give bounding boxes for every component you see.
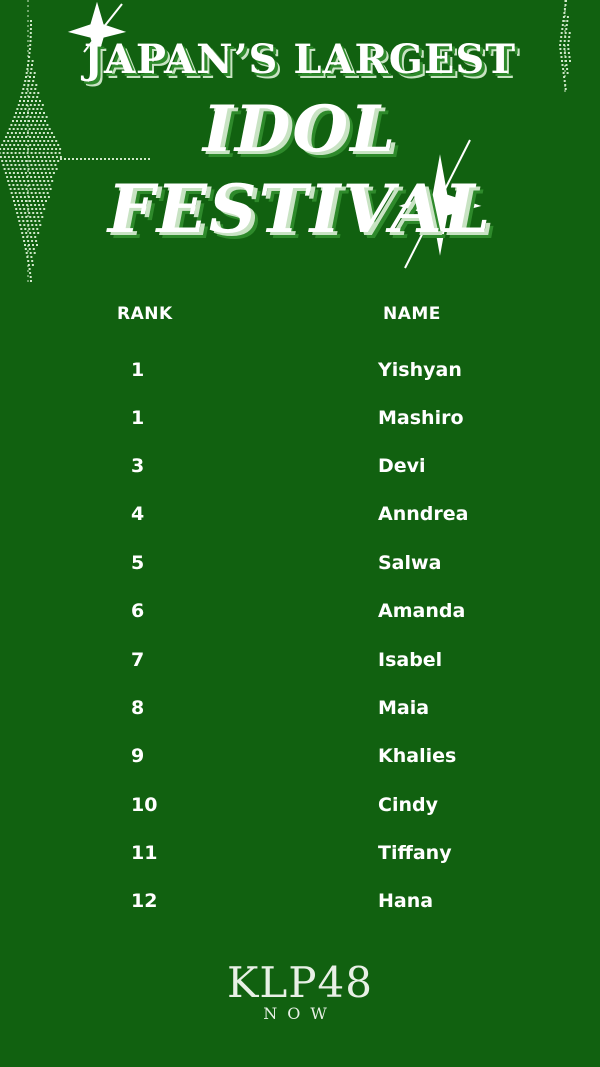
table-row: 3 Devi [0, 455, 600, 485]
table-row: 1 Yishyan [0, 359, 600, 389]
rank-cell: 12 [131, 890, 158, 912]
name-cell: Salwa [378, 552, 442, 574]
name-cell: Amanda [378, 600, 466, 622]
name-cell: Yishyan [378, 359, 462, 381]
rank-cell: 5 [131, 552, 145, 574]
brand-logo: KLP48 [227, 958, 373, 1007]
name-cell: Tiffany [378, 842, 452, 864]
name-cell: Mashiro [378, 407, 464, 429]
rank-cell: 7 [131, 649, 145, 671]
rank-cell: 8 [131, 697, 145, 719]
table-row: 6 Amanda [0, 600, 600, 630]
name-cell: Cindy [378, 794, 438, 816]
rank-cell: 9 [131, 745, 145, 767]
rank-cell: 3 [131, 455, 145, 477]
name-column-header: NAME [383, 304, 441, 324]
table-row: 10 Cindy [0, 794, 600, 824]
table-row: 5 Salwa [0, 552, 600, 582]
rank-cell: 10 [131, 794, 158, 816]
rank-cell: 6 [131, 600, 145, 622]
name-cell: Isabel [378, 649, 443, 671]
table-row: 7 Isabel [0, 649, 600, 679]
name-cell: Devi [378, 455, 426, 477]
rank-cell: 1 [131, 359, 145, 381]
table-row: 11 Tiffany [0, 842, 600, 872]
table-row: 8 Maia [0, 697, 600, 727]
title-line-3: FESTIVAL [107, 170, 493, 248]
title-line-1: JAPAN’S LARGEST [83, 36, 517, 83]
name-cell: Maia [378, 697, 430, 719]
rank-cell: 11 [131, 842, 158, 864]
table-row: 1 Mashiro [0, 407, 600, 437]
name-cell: Khalies [378, 745, 457, 767]
title-line-2: IDOL [202, 92, 398, 167]
name-cell: Anndrea [378, 503, 469, 525]
table-row: 9 Khalies [0, 745, 600, 775]
rank-cell: 1 [131, 407, 145, 429]
brand-subtitle: NOW [263, 1004, 337, 1023]
name-cell: Hana [378, 890, 434, 912]
table-row: 12 Hana [0, 890, 600, 920]
table-row: 4 Anndrea [0, 503, 600, 533]
rank-cell: 4 [131, 503, 145, 525]
rank-column-header: RANK [117, 304, 173, 324]
